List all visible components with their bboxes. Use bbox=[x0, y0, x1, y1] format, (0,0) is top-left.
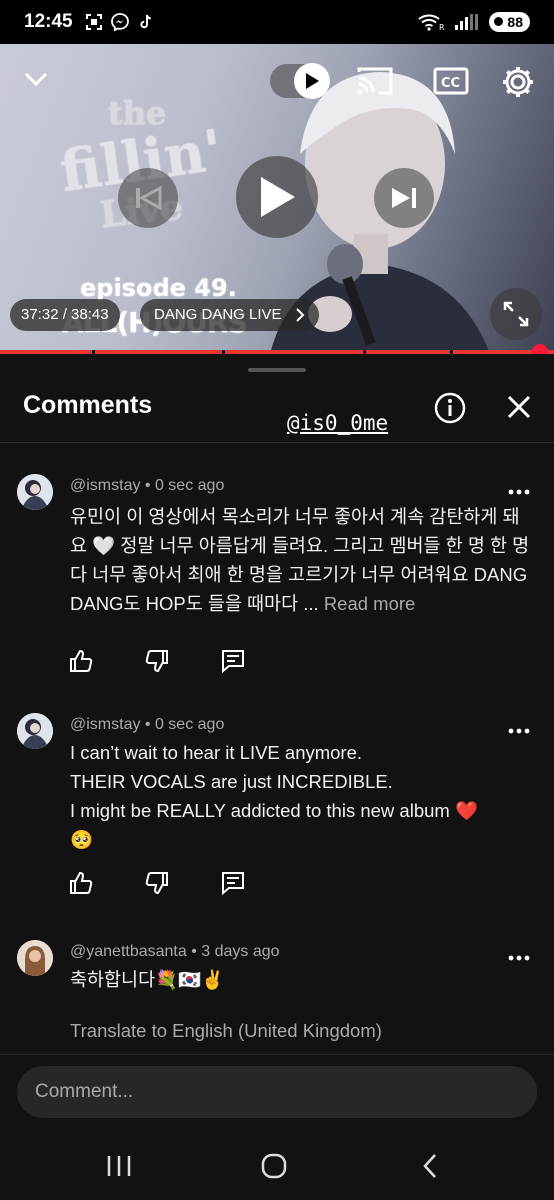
screenshot-icon bbox=[85, 13, 103, 31]
battery-icon: 88 bbox=[489, 12, 530, 32]
more-options-button[interactable] bbox=[508, 482, 530, 502]
more-vertical-icon bbox=[508, 955, 530, 961]
comment-body: 유민이 이 영상에서 목소리가 너무 좋아서 계속 감탄하게 돼요 🤍 정말 너… bbox=[70, 506, 530, 614]
comment-meta[interactable]: @yanettbasanta • 3 days ago bbox=[70, 943, 280, 961]
cast-button[interactable] bbox=[356, 64, 394, 98]
next-button[interactable] bbox=[374, 168, 434, 228]
thumbs-up-icon bbox=[70, 871, 93, 894]
comment-text: 유민이 이 영상에서 목소리가 너무 좋아서 계속 감탄하게 돼요 🤍 정말 너… bbox=[70, 502, 530, 618]
collapse-player-button[interactable] bbox=[18, 64, 54, 94]
info-icon bbox=[434, 392, 466, 424]
comment-line: I might be REALLY addicted to this new a… bbox=[70, 800, 478, 821]
chevron-right-icon bbox=[295, 308, 304, 322]
comment-text: I can’t wait to hear it LIVE anymore. TH… bbox=[70, 738, 530, 854]
avatar[interactable] bbox=[17, 713, 53, 749]
comment-actions bbox=[68, 648, 246, 674]
like-button[interactable] bbox=[68, 870, 94, 896]
comment-actions bbox=[68, 870, 246, 896]
autoplay-knob bbox=[294, 63, 330, 99]
chapter-button[interactable]: DANG DANG LIVE bbox=[140, 299, 319, 331]
play-icon bbox=[261, 177, 295, 217]
comment-text: 축하합니다💐🇰🇷✌️ bbox=[70, 969, 225, 990]
system-nav-bar bbox=[0, 1126, 554, 1200]
time-display[interactable]: 37:32 / 38:43 bbox=[10, 299, 120, 331]
panel-title: Comments bbox=[23, 391, 153, 419]
messenger-icon bbox=[110, 13, 129, 31]
fullscreen-button[interactable] bbox=[490, 288, 542, 340]
gear-icon bbox=[503, 67, 533, 97]
play-button[interactable] bbox=[236, 156, 318, 238]
reply-button[interactable] bbox=[220, 870, 246, 896]
comments-panel: Comments @is0_0me @ismstay • 0 sec ago 유… bbox=[0, 354, 554, 1200]
drag-handle[interactable] bbox=[248, 368, 306, 372]
home-icon bbox=[261, 1153, 287, 1179]
comment-line: 🥺 bbox=[70, 829, 94, 850]
skip-next-icon bbox=[392, 188, 416, 208]
status-bar: 12:45 R 88 bbox=[0, 0, 554, 44]
read-more-link[interactable]: Read more bbox=[324, 593, 416, 614]
chapter-title: DANG DANG LIVE bbox=[154, 306, 282, 323]
expand-icon bbox=[503, 301, 529, 327]
home-button[interactable] bbox=[254, 1148, 294, 1184]
like-button[interactable] bbox=[68, 648, 94, 674]
recent-apps-icon bbox=[107, 1156, 131, 1176]
comment-meta[interactable]: @ismstay • 0 sec ago bbox=[70, 716, 224, 734]
cast-icon bbox=[357, 67, 393, 95]
progress-scrubber[interactable] bbox=[531, 344, 548, 354]
comment-input[interactable]: Comment... bbox=[17, 1066, 537, 1118]
captions-button[interactable]: CC bbox=[432, 64, 470, 98]
back-icon bbox=[423, 1154, 436, 1178]
skip-previous-icon bbox=[136, 185, 162, 211]
more-vertical-icon bbox=[508, 489, 530, 495]
dislike-button[interactable] bbox=[144, 648, 170, 674]
tiktok-icon bbox=[137, 13, 155, 31]
autoplay-toggle[interactable] bbox=[270, 63, 330, 99]
wifi-icon: R bbox=[417, 13, 445, 31]
chevron-down-icon bbox=[24, 72, 48, 87]
logo-text-episode: episode 49. bbox=[80, 274, 237, 302]
recent-apps-button[interactable] bbox=[99, 1148, 139, 1184]
translate-link[interactable]: Translate to English (United Kingdom) bbox=[70, 1020, 382, 1042]
reply-comment-icon bbox=[222, 650, 244, 674]
back-button[interactable] bbox=[410, 1148, 450, 1184]
settings-button[interactable] bbox=[498, 62, 538, 102]
svg-text:CC: CC bbox=[441, 76, 460, 91]
dislike-button[interactable] bbox=[144, 870, 170, 896]
reply-button[interactable] bbox=[220, 648, 246, 674]
svg-text:R: R bbox=[439, 23, 445, 31]
play-icon bbox=[306, 73, 319, 89]
thumbs-down-icon bbox=[145, 872, 168, 895]
signal-icon bbox=[453, 13, 481, 31]
thumbs-down-icon bbox=[145, 650, 168, 673]
divider bbox=[0, 442, 554, 443]
video-player[interactable]: the fillin' Live episode 49. ALL(H)OURS … bbox=[0, 44, 554, 354]
avatar[interactable] bbox=[17, 940, 53, 976]
info-button[interactable] bbox=[434, 392, 466, 424]
thumbs-up-icon bbox=[70, 649, 93, 672]
close-icon bbox=[507, 395, 531, 419]
comment-meta[interactable]: @ismstay • 0 sec ago bbox=[70, 477, 224, 495]
more-vertical-icon bbox=[508, 728, 530, 734]
previous-button[interactable] bbox=[118, 168, 178, 228]
status-time: 12:45 bbox=[24, 11, 73, 32]
comment-line: I can’t wait to hear it LIVE anymore. bbox=[70, 742, 363, 763]
closed-captions-icon: CC bbox=[433, 67, 469, 95]
watermark-text: @is0_0me bbox=[287, 411, 389, 435]
comment-line: THEIR VOCALS are just INCREDIBLE. bbox=[70, 771, 393, 792]
reply-comment-icon bbox=[222, 872, 244, 896]
close-button[interactable] bbox=[504, 392, 534, 422]
avatar[interactable] bbox=[17, 474, 53, 510]
